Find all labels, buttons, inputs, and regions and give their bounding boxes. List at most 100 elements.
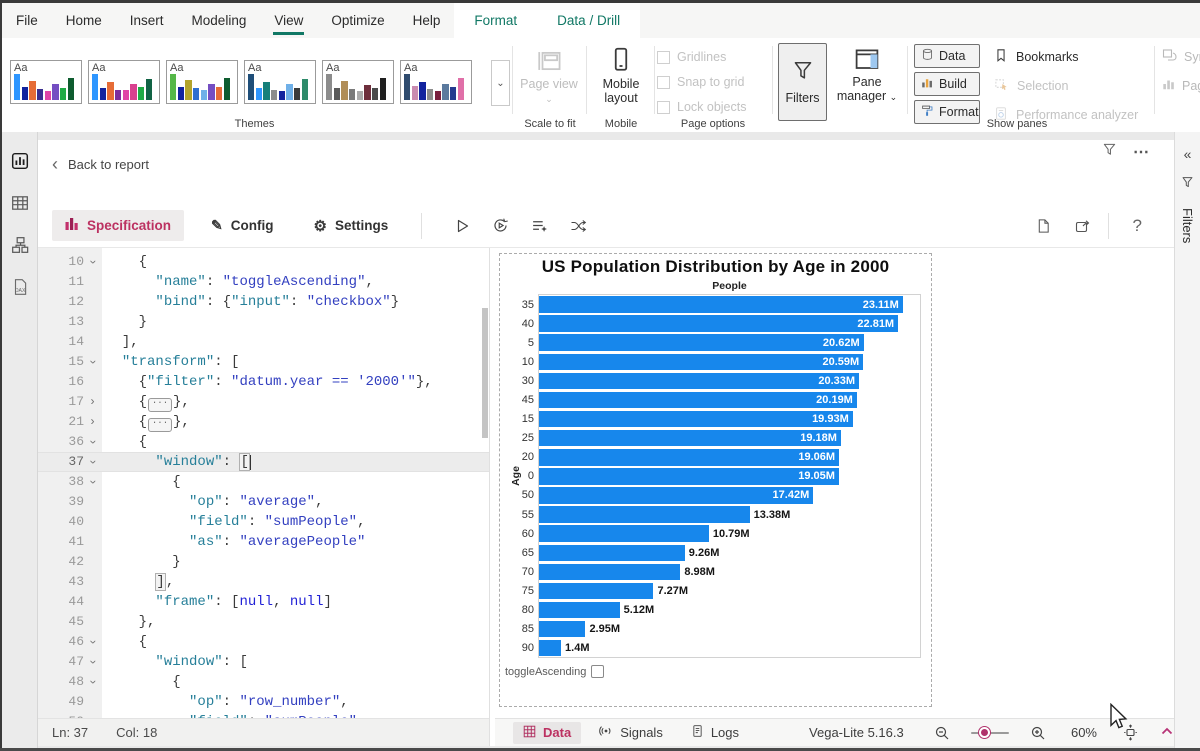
code-line-39[interactable]: 39 "op": "average", [38, 492, 489, 512]
sidebar-item-report-view[interactable] [4, 144, 36, 178]
theme-thumbnail-1[interactable]: Aa [10, 60, 82, 104]
tab-config[interactable]: ✎Config [198, 210, 286, 241]
apply-run-button[interactable] [453, 217, 470, 234]
visual-filter-icon[interactable] [1102, 142, 1117, 162]
menu-tab-view[interactable]: View [260, 3, 317, 38]
theme-thumbnail-6[interactable]: Aa [400, 60, 472, 104]
menu-tab-modeling[interactable]: Modeling [178, 3, 261, 38]
menu-tab-optimize[interactable]: Optimize [317, 3, 398, 38]
export-share-icon[interactable] [1074, 217, 1091, 234]
debug-tab-logs[interactable]: Logs [681, 721, 749, 744]
code-area[interactable]: 10› {11 "name": "toggleAscending",12 "bi… [38, 248, 489, 718]
code-line-21[interactable]: 21› {···}, [38, 412, 489, 432]
toggle-ascending-control[interactable]: toggleAscending [505, 665, 604, 678]
code-line-15[interactable]: 15› "transform": [ [38, 352, 489, 372]
collapsed-region-box[interactable]: ··· [148, 398, 172, 412]
fold-marker[interactable]: › [84, 412, 101, 432]
code-line-48[interactable]: 48› { [38, 672, 489, 692]
overflow-item-pag[interactable]: Pag [1162, 77, 1200, 94]
theme-gallery-expand-button[interactable]: ⌄ [491, 60, 510, 106]
menu-tab-help[interactable]: Help [399, 3, 455, 38]
zoom-out-icon[interactable] [934, 724, 950, 741]
fold-marker[interactable]: › [84, 392, 101, 412]
bar[interactable] [539, 506, 750, 523]
page-view-button[interactable]: Page view ⌄ [516, 48, 582, 105]
back-to-report[interactable]: ‹ Back to report [52, 156, 149, 172]
sidebar-item-table-view[interactable] [4, 186, 36, 220]
code-line-36[interactable]: 36› { [38, 432, 489, 452]
menu-tab-format[interactable]: Format [454, 3, 537, 38]
code-line-17[interactable]: 17› {···}, [38, 392, 489, 412]
code-line-11[interactable]: 11 "name": "toggleAscending", [38, 272, 489, 292]
help-button[interactable]: ? [1133, 216, 1142, 236]
bar[interactable]: 19.18M [539, 430, 841, 447]
code-line-43[interactable]: 43 ], [38, 572, 489, 592]
fold-marker[interactable]: › [84, 672, 101, 692]
collapse-debug-pane-icon[interactable] [1160, 725, 1174, 740]
code-line-46[interactable]: 46› { [38, 632, 489, 652]
fold-marker[interactable]: › [84, 472, 101, 492]
code-line-45[interactable]: 45 }, [38, 612, 489, 632]
code-line-41[interactable]: 41 "as": "averagePeople" [38, 532, 489, 552]
code-line-12[interactable]: 12 "bind": {"input": "checkbox"} [38, 292, 489, 312]
fold-marker[interactable]: › [84, 632, 101, 652]
bar[interactable]: 17.42M [539, 487, 813, 504]
pane-button-data[interactable]: Data [914, 44, 980, 68]
pane-button-build[interactable]: Build [914, 72, 980, 96]
bar[interactable] [539, 564, 680, 581]
format-spec-button[interactable] [531, 217, 548, 234]
zoom-slider-handle[interactable] [979, 727, 990, 738]
code-line-49[interactable]: 49 "op": "row_number", [38, 692, 489, 712]
fold-marker[interactable]: › [84, 352, 101, 372]
bar[interactable] [539, 602, 620, 619]
generate-template-shuffle-button[interactable] [570, 217, 587, 234]
code-line-44[interactable]: 44 "frame": [null, null] [38, 592, 489, 612]
fold-marker[interactable]: › [84, 432, 101, 452]
auto-apply-button[interactable] [492, 217, 509, 234]
bar[interactable]: 20.59M [539, 354, 863, 371]
menu-tab-home[interactable]: Home [52, 3, 116, 38]
bar[interactable]: 20.62M [539, 334, 864, 351]
code-line-16[interactable]: 16 {"filter": "datum.year == '2000'"}, [38, 372, 489, 392]
code-line-40[interactable]: 40 "field": "sumPeople", [38, 512, 489, 532]
tab-settings[interactable]: ⚙Settings [301, 210, 402, 242]
fold-marker[interactable]: › [84, 452, 101, 472]
bar[interactable]: 19.05M [539, 468, 839, 485]
overflow-item-syn[interactable]: Syn [1162, 48, 1200, 65]
expand-pane-icon[interactable]: « [1184, 146, 1192, 162]
toggle-ascending-checkbox[interactable] [591, 665, 604, 678]
bar[interactable] [539, 545, 685, 562]
fold-marker[interactable]: › [84, 252, 101, 272]
collapsed-region-box[interactable]: ··· [148, 418, 172, 432]
spec-editor[interactable]: 10› {11 "name": "toggleAscending",12 "bi… [38, 248, 490, 746]
code-line-38[interactable]: 38› { [38, 472, 489, 492]
zoom-in-icon[interactable] [1030, 724, 1046, 741]
code-line-10[interactable]: 10› { [38, 252, 489, 272]
bar[interactable] [539, 621, 585, 638]
sidebar-item-dax-query-view[interactable]: DAX [4, 270, 36, 304]
bar[interactable] [539, 525, 709, 542]
pane-manager-button[interactable]: Pane manager ⌄ [834, 48, 900, 103]
bar[interactable]: 19.93M [539, 411, 853, 428]
checkbox-lock-objects[interactable]: Lock objects [657, 100, 746, 114]
filters-pane-toggle-button[interactable]: Filters [778, 43, 827, 121]
new-spec-icon[interactable] [1035, 217, 1052, 234]
pane-toggle-bookmarks[interactable]: Bookmarks [994, 48, 1138, 66]
menu-tab-file[interactable]: File [2, 3, 52, 38]
theme-thumbnail-3[interactable]: Aa [166, 60, 238, 104]
code-line-13[interactable]: 13 } [38, 312, 489, 332]
menu-tab-insert[interactable]: Insert [116, 3, 178, 38]
fold-marker[interactable]: › [84, 652, 101, 672]
more-options-icon[interactable]: ⋯ [1133, 142, 1150, 162]
menu-tab-data-drill[interactable]: Data / Drill [537, 3, 640, 38]
code-line-42[interactable]: 42 } [38, 552, 489, 572]
bar[interactable] [539, 583, 653, 600]
editor-scrollbar[interactable] [482, 308, 488, 438]
checkbox-gridlines[interactable]: Gridlines [657, 50, 746, 64]
bar[interactable]: 20.19M [539, 392, 857, 409]
code-line-47[interactable]: 47› "window": [ [38, 652, 489, 672]
mobile-layout-button[interactable]: Mobile layout [590, 46, 652, 105]
tab-specification[interactable]: Specification [52, 210, 184, 241]
bar[interactable] [539, 640, 561, 657]
bar[interactable]: 22.81M [539, 315, 898, 332]
